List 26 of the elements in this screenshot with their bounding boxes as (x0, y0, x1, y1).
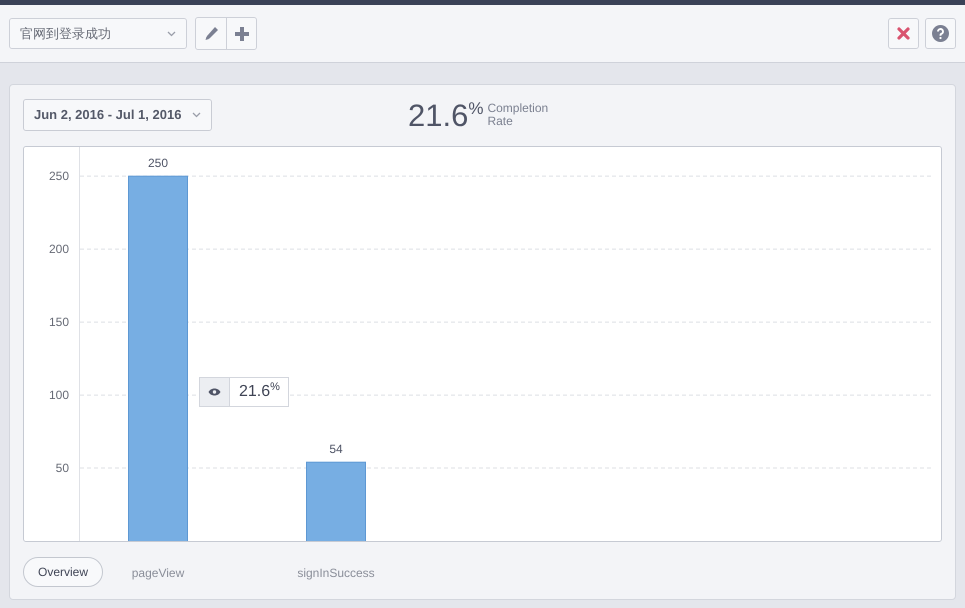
eye-icon (208, 388, 221, 396)
completion-rate-value: 21.6$^{%}$ (408, 100, 484, 130)
step-tab[interactable]: signInSuccess (297, 564, 375, 582)
help-button[interactable] (925, 18, 956, 49)
axis-tick-label: 50 (56, 461, 69, 476)
help-icon (932, 25, 949, 42)
delete-button[interactable] (888, 18, 919, 49)
chevron-down-icon (167, 30, 176, 36)
date-range: Jun 2, 2016 - Jul 1, 2016 (34, 106, 182, 124)
bar-value-label: 54 (329, 442, 343, 456)
axis-tick-label: 250 (48, 169, 69, 184)
date-range-select[interactable]: Jun 2, 2016 - Jul 1, 2016 (23, 99, 212, 131)
bar-value-label: 250 (148, 156, 168, 170)
overview-tab[interactable]: Overview (23, 557, 104, 587)
chevron-down-icon (192, 112, 201, 118)
axis-tick-label: 150 (48, 315, 69, 330)
conversion-rate-tooltip: 21.6$^{%}$ (230, 377, 289, 407)
plus-icon (234, 26, 248, 40)
pencil-icon (204, 26, 218, 41)
axis-tick-label: 100 (48, 388, 69, 402)
funnel-name: 官网到登录成功 (20, 24, 111, 43)
close-icon (897, 27, 910, 40)
axis-tick-label: 200 (48, 242, 69, 256)
funnel-select[interactable]: 官网到登录成功 (9, 18, 187, 49)
completion-rate-label: Completion Rate (487, 102, 550, 128)
step-tab[interactable]: pageView (132, 564, 184, 582)
